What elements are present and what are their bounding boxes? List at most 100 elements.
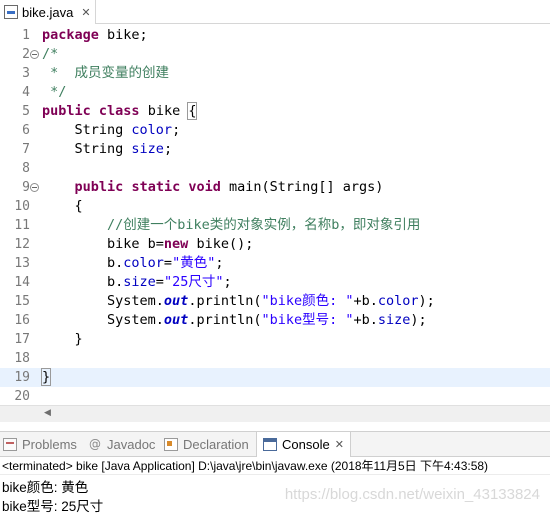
code-text: } (42, 331, 83, 347)
tab-console[interactable]: Console ✕ (256, 432, 351, 457)
code-text: b. (42, 274, 124, 290)
code-line: 14 b.size="25尺寸"; (0, 273, 550, 292)
tab-label: Javadoc (107, 437, 156, 452)
problems-icon (3, 438, 17, 451)
line-number: 3 (22, 66, 30, 81)
code-text: String (74, 141, 132, 157)
code-field: color (131, 122, 173, 138)
code-text: ; (163, 141, 173, 157)
console-output-line: bike颜色: 黄色 (2, 480, 89, 495)
code-editor[interactable]: 1 package bike; 2 /* 3 * 成员变量的创建 4 */ 5 … (0, 24, 550, 405)
line-number: 18 (14, 351, 30, 366)
code-line: 3 * 成员变量的创建 (0, 64, 550, 83)
text-caret (50, 368, 52, 384)
line-number: 8 (22, 161, 30, 176)
editor-tab-label: bike.java (22, 4, 74, 20)
code-line: 5 public class bike { (0, 102, 550, 121)
fold-collapse-icon[interactable] (30, 183, 39, 192)
code-string: "bike型号: " (261, 312, 354, 328)
line-number: 20 (14, 389, 30, 404)
console-icon (263, 438, 277, 451)
line-number: 6 (22, 123, 30, 138)
code-text: ; (215, 255, 224, 271)
code-line: 4 */ (0, 83, 550, 102)
code-line: 10 { (0, 197, 550, 216)
line-number: 11 (14, 218, 30, 233)
line-number: 16 (14, 313, 30, 328)
line-number: 17 (14, 332, 30, 347)
code-keyword: package (42, 27, 99, 43)
close-icon[interactable]: ✕ (81, 6, 90, 19)
java-file-icon (4, 5, 18, 19)
line-number: 4 (22, 85, 30, 100)
code-line: 11 //创建一个bike类的对象实例，名称b，即对象引用 (0, 216, 550, 235)
code-line: 2 /* (0, 45, 550, 64)
editor-tab-bike-java[interactable]: bike.java ✕ (0, 0, 96, 24)
horizontal-scrollbar[interactable]: ◀ (0, 405, 550, 422)
code-line: 9 public static void main(String[] args) (0, 178, 550, 197)
code-line: 6 String color; (0, 121, 550, 140)
code-field: size (377, 312, 411, 328)
line-number: 10 (14, 199, 30, 214)
code-keyword: public (74, 179, 124, 195)
code-text: System. (42, 293, 164, 309)
code-field: size (131, 141, 164, 157)
line-number: 15 (14, 294, 30, 309)
line-number: 19 (14, 370, 30, 385)
line-number: 13 (14, 256, 30, 271)
tab-problems[interactable]: Problems (3, 432, 77, 457)
code-text: System. (42, 312, 164, 328)
code-text: .println( (188, 312, 262, 328)
code-comment: //创建一个bike类的对象实例，名称b，即对象引用 (107, 217, 421, 233)
tab-label: Console (282, 437, 330, 452)
code-text: .println( (188, 293, 262, 309)
code-field: color (377, 293, 419, 309)
code-field: color (123, 255, 164, 271)
close-icon[interactable]: ✕ (335, 438, 344, 451)
console-output-line: bike型号: 25尺寸 (2, 499, 104, 514)
tab-javadoc[interactable]: @ Javadoc (88, 432, 155, 457)
code-text: b. (42, 255, 124, 271)
tab-label: Declaration (183, 437, 249, 452)
javadoc-icon: @ (89, 437, 101, 451)
editor-tab-bar: bike.java ✕ (0, 0, 550, 24)
code-static-field: out (163, 312, 189, 328)
code-text: ; (223, 274, 232, 290)
code-field: size (123, 274, 156, 290)
declaration-icon (164, 438, 178, 451)
code-line: 16 System.out.println("bike型号: "+b.size)… (0, 311, 550, 330)
fold-collapse-icon[interactable] (30, 50, 39, 59)
code-keyword: void (188, 179, 221, 195)
scroll-left-arrow-icon[interactable]: ◀ (44, 408, 51, 418)
code-text: ); (410, 312, 427, 328)
code-string: "bike颜色: " (261, 293, 354, 309)
code-line: 18 (0, 349, 550, 368)
console-status-line: <terminated> bike [Java Application] D:\… (0, 457, 550, 475)
line-number: 12 (14, 237, 30, 252)
line-number: 2 (22, 47, 30, 62)
code-line: 8 (0, 159, 550, 178)
code-line: 13 b.color="黄色"; (0, 254, 550, 273)
code-line: 12 bike b=new bike(); (0, 235, 550, 254)
matching-bracket: } (40, 368, 52, 386)
code-text: bike; (98, 27, 148, 43)
code-text: = (155, 274, 164, 290)
code-keyword: public (42, 103, 91, 119)
code-comment: /* (42, 46, 59, 62)
watermark: https://blog.csdn.net/weixin_43133824 (284, 486, 540, 503)
code-comment: */ (42, 84, 67, 100)
code-line: 7 String size; (0, 140, 550, 159)
code-text: bike (139, 103, 189, 119)
code-keyword: class (98, 103, 140, 119)
code-text: { (42, 198, 83, 214)
code-static-field: out (163, 293, 189, 309)
code-text: bike(); (188, 236, 254, 252)
tab-declaration[interactable]: Declaration (164, 432, 249, 457)
code-line: 20 (0, 387, 550, 406)
code-line: 1 package bike; (0, 26, 550, 45)
